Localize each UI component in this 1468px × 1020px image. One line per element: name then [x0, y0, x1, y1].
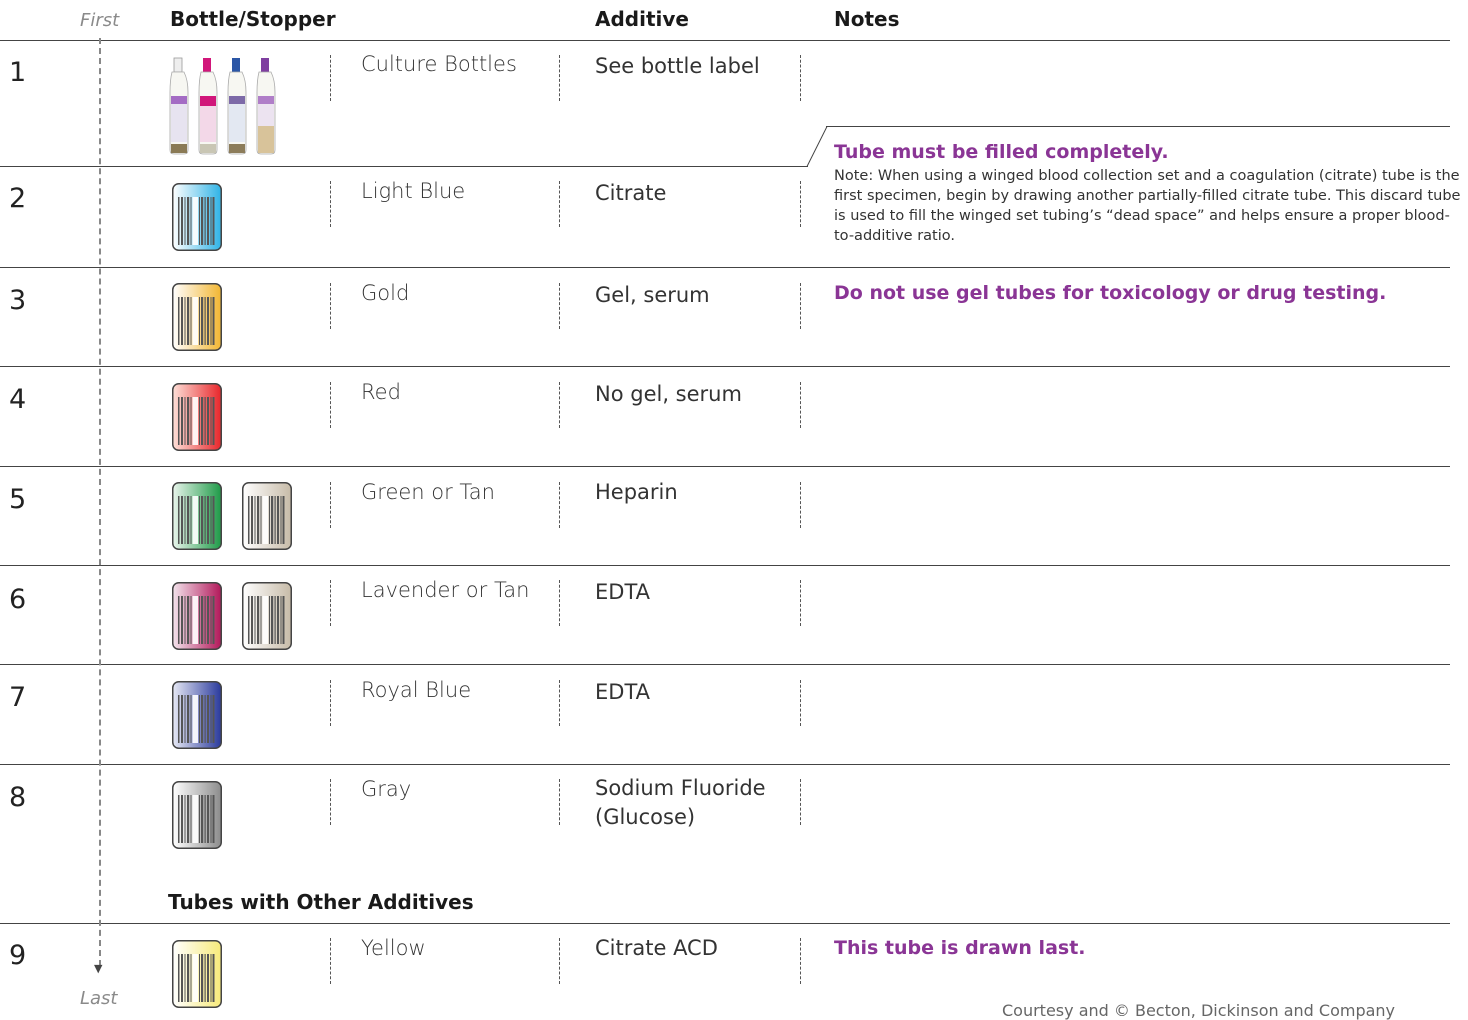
column-separator: [559, 181, 560, 227]
column-separator: [800, 938, 801, 984]
column-separator: [330, 580, 331, 626]
row-divider: [0, 565, 1450, 566]
additive-value: Sodium Fluoride (Glucose): [595, 774, 766, 832]
column-separator: [800, 181, 801, 227]
row-number: 7: [9, 682, 27, 713]
note-emphasis: This tube is drawn last.: [834, 937, 1086, 959]
additive-value: See bottle label: [595, 54, 760, 78]
row-number: 5: [9, 484, 27, 515]
column-separator: [800, 55, 801, 101]
culture-bottles-image: [169, 57, 276, 155]
divider-slant: [806, 126, 828, 167]
bottle-name: Green or Tan: [361, 480, 495, 504]
tan-tube-icon: [242, 582, 292, 650]
gold-tube-icon: [172, 283, 222, 351]
additive-value: EDTA: [595, 580, 651, 604]
green-tube-icon: [172, 482, 222, 550]
image-credit: Courtesy and © Becton, Dickinson and Com…: [1002, 1001, 1396, 1020]
light-blue-tube-icon: [172, 183, 222, 251]
column-separator: [559, 382, 560, 428]
column-separator: [559, 580, 560, 626]
row-divider: [0, 366, 1450, 367]
additive-value: Heparin: [595, 480, 678, 504]
column-separator: [330, 938, 331, 984]
royal-blue-tube-icon: [172, 681, 222, 749]
column-separator: [330, 283, 331, 329]
column-separator: [330, 680, 331, 726]
bottle-name: Light Blue: [361, 179, 466, 203]
row-number: 6: [9, 584, 27, 615]
first-label: First: [80, 10, 120, 31]
additive-value: Gel, serum: [595, 283, 710, 307]
note-text: Note: When using a winged blood collecti…: [834, 168, 1461, 244]
additive-line: Sodium Fluoride: [595, 776, 766, 800]
additive-line: (Glucose): [595, 805, 696, 829]
column-separator: [559, 55, 560, 101]
row-number: 9: [9, 940, 27, 971]
bottle-name: Gold: [361, 281, 410, 305]
column-separator: [800, 580, 801, 626]
last-label: Last: [80, 988, 118, 1009]
column-separator: [330, 779, 331, 825]
column-separator: [330, 482, 331, 528]
note-emphasis: Tube must be filled completely.: [834, 141, 1169, 163]
row-divider: [0, 923, 1450, 924]
column-separator: [559, 779, 560, 825]
column-separator: [800, 283, 801, 329]
column-separator: [330, 55, 331, 101]
lavender-tube-icon: [172, 582, 222, 650]
bottle-name: Royal Blue: [361, 678, 472, 702]
row-number: 1: [9, 57, 27, 88]
additive-value: No gel, serum: [595, 382, 742, 406]
column-separator: [559, 680, 560, 726]
red-tube-icon: [172, 383, 222, 451]
gray-tube-icon: [172, 781, 222, 849]
row-number: 2: [9, 183, 27, 214]
row-divider: [0, 764, 1450, 765]
row-number: 4: [9, 384, 27, 415]
column-separator: [330, 382, 331, 428]
column-separator: [559, 938, 560, 984]
column-separator: [559, 283, 560, 329]
column-header-notes: Notes: [834, 7, 900, 31]
column-separator: [800, 482, 801, 528]
additive-value: Citrate ACD: [595, 936, 718, 960]
row-divider: [0, 166, 808, 167]
row-divider: [0, 664, 1450, 665]
bottle-name: Culture Bottles: [361, 52, 517, 76]
row-divider: [0, 267, 1450, 268]
row-divider: [0, 40, 1450, 41]
bottle-name: Yellow: [361, 936, 426, 960]
bottle-name: Gray: [361, 777, 412, 801]
chevron-down-icon: ▼: [94, 962, 103, 975]
column-separator: [800, 382, 801, 428]
additive-value: EDTA: [595, 680, 651, 704]
column-header-additive: Additive: [595, 7, 689, 31]
note-emphasis: Do not use gel tubes for toxicology or d…: [834, 282, 1387, 304]
order-timeline: [99, 38, 101, 966]
bottle-name: Red: [361, 380, 401, 404]
tan-tube-icon: [242, 482, 292, 550]
bottle-name: Lavender or Tan: [361, 578, 530, 602]
column-separator: [330, 181, 331, 227]
column-header-bottle: Bottle/Stopper: [170, 7, 336, 31]
yellow-tube-icon: [172, 940, 222, 1008]
column-separator: [559, 482, 560, 528]
column-separator: [800, 779, 801, 825]
row-divider: [826, 126, 1450, 127]
row-number: 8: [9, 782, 27, 813]
additive-value: Citrate: [595, 181, 667, 205]
column-separator: [800, 680, 801, 726]
row-divider: [0, 466, 1450, 467]
row-number: 3: [9, 285, 27, 316]
section-subheading: Tubes with Other Additives: [168, 890, 474, 914]
